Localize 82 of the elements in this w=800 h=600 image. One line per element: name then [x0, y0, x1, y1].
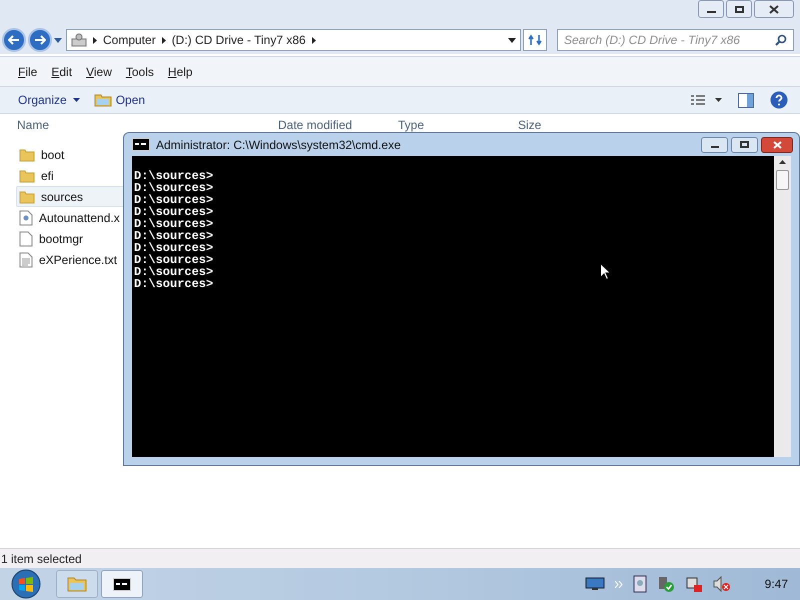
help-icon[interactable]	[770, 91, 788, 109]
menu-item[interactable]: Help	[168, 62, 193, 80]
breadcrumb[interactable]: (D:) CD Drive - Tiny7 x86	[172, 31, 306, 49]
scroll-thumb[interactable]	[776, 170, 789, 190]
xml-file-icon	[19, 210, 33, 226]
window-title: Administrator: C:\Windows\system32\cmd.exe	[156, 136, 401, 154]
file-icon	[19, 230, 33, 246]
console-line: D:\sources>	[134, 230, 214, 242]
maximize-button[interactable]	[731, 136, 758, 152]
console-line: D:\sources>	[134, 170, 214, 182]
column-header[interactable]: Size	[518, 116, 598, 134]
monitor-icon[interactable]	[584, 577, 605, 591]
arrow-left-icon	[8, 35, 20, 45]
text-file-icon	[19, 252, 33, 268]
preview-pane-icon[interactable]	[738, 92, 754, 108]
chevron-right-icon	[312, 36, 316, 44]
console-icon	[113, 578, 131, 590]
scroll-up-icon	[779, 160, 786, 164]
taskbar-button[interactable]	[101, 570, 143, 598]
console-line: D:\sources>	[134, 266, 214, 278]
console-line: D:\sources>	[134, 254, 214, 266]
close-icon	[769, 4, 779, 14]
arrow-right-icon	[34, 35, 46, 45]
console-line: D:\sources>	[134, 182, 214, 194]
folder-icon	[19, 190, 35, 204]
history-caret-icon[interactable]	[54, 38, 62, 42]
drive-check-icon[interactable]	[656, 575, 675, 593]
console-icon	[132, 138, 150, 151]
chevron-right-icon	[162, 36, 166, 44]
clock-text: 9:47	[764, 576, 788, 593]
folder-icon	[19, 148, 35, 162]
chevron-right-icon	[93, 36, 97, 44]
menu-item[interactable]: File	[18, 62, 38, 80]
console-line: D:\sources>	[134, 194, 214, 206]
back-button[interactable]	[2, 28, 26, 52]
device-icon[interactable]	[632, 575, 647, 593]
view-options-button[interactable]	[691, 94, 722, 106]
console-line: D:\sources>	[134, 278, 214, 290]
file-list-entry[interactable]: efi	[16, 165, 126, 186]
start-orb-icon	[10, 569, 42, 599]
file-list-entry[interactable]: eXPerience.txt	[16, 249, 126, 270]
column-header[interactable]: Date modified	[278, 116, 398, 134]
scrollbar[interactable]	[774, 156, 791, 457]
console-line: D:\sources>	[134, 242, 214, 254]
open-button[interactable]: Open	[94, 91, 146, 109]
search-icon	[775, 34, 787, 46]
column-header[interactable]: Type	[398, 116, 518, 134]
file-list-entry[interactable]: Autounattend.x	[16, 207, 126, 228]
network-error-icon[interactable]	[684, 575, 703, 593]
file-list-entry[interactable]: sources	[16, 186, 126, 207]
refresh-icon	[528, 34, 542, 46]
minimize-button[interactable]	[698, 0, 724, 18]
folder-icon	[67, 576, 87, 592]
console-line: D:\sources>	[134, 206, 214, 218]
close-icon	[772, 140, 782, 148]
search-field[interactable]: Search (D:) CD Drive - Tiny7 x86	[557, 29, 794, 51]
caret-icon	[72, 98, 80, 102]
column-header[interactable]: Name	[0, 116, 278, 134]
restore-button[interactable]	[726, 0, 752, 18]
menu-item[interactable]: View	[86, 62, 112, 80]
console-line: D:\sources>	[134, 218, 214, 230]
folder-icon	[94, 93, 112, 107]
file-list-entry[interactable]: bootmgr	[16, 228, 126, 249]
refresh-button[interactable]	[523, 29, 547, 51]
menu-item[interactable]: Edit	[51, 62, 72, 80]
forward-button[interactable]	[28, 28, 52, 52]
file-list-entry[interactable]: boot	[16, 144, 126, 165]
folder-icon	[19, 168, 35, 182]
caret-icon	[715, 98, 722, 102]
address-bar[interactable]: Computer (D:) CD Drive - Tiny7 x86	[66, 29, 521, 51]
speaker-muted-icon[interactable]	[712, 576, 731, 592]
status-text: 1 item selected	[1, 550, 82, 568]
close-button[interactable]	[754, 0, 794, 18]
organize-button[interactable]: Organize	[18, 91, 80, 109]
menu-item[interactable]: Tools	[126, 62, 154, 80]
dropdown-caret-icon[interactable]	[508, 38, 516, 42]
close-button[interactable]	[761, 136, 793, 152]
minimize-button[interactable]	[701, 136, 728, 152]
breadcrumb[interactable]: Computer	[103, 31, 156, 49]
drive-icon	[71, 33, 87, 47]
list-view-icon	[691, 94, 705, 106]
mouse-cursor-icon	[600, 263, 611, 280]
